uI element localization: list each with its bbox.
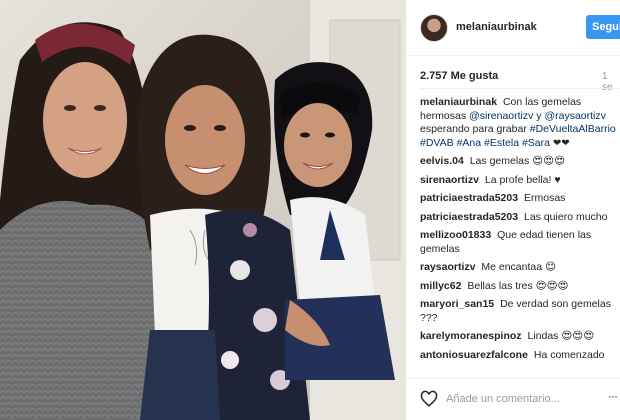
comment-text: Ermosas — [524, 192, 566, 204]
divider — [420, 88, 620, 89]
comment-item: millyc62 Bellas las tres 😍😍😍 — [420, 280, 616, 294]
caption-text-2: esperando para grabar — [420, 123, 527, 135]
caption-connector: y — [536, 109, 542, 122]
comment-item: antoniosuarezfalcone Ha comenzado — [420, 349, 616, 363]
comment-username[interactable]: millyc62 — [420, 280, 461, 292]
likes-row: 2.757 Me gusta 1 se — [420, 70, 620, 93]
comment-item: sirenaortizv La profe bella! ♥ — [420, 174, 616, 188]
comment-username[interactable]: karelymoranespinoz — [420, 330, 522, 342]
comment-username[interactable]: eelvis.04 — [420, 155, 464, 167]
comment-text: Lindas — [527, 330, 559, 342]
comment-username[interactable]: patriciaestrada5203 — [420, 211, 518, 223]
comment-username[interactable]: raysaortizv — [420, 261, 475, 273]
comment-input[interactable] — [446, 389, 606, 409]
post-sidebar: melaniaurbinak Seguir 2.757 Me gusta 1 s… — [406, 0, 620, 420]
comment-item: raysaortizv Me encantaa 😊 — [420, 261, 616, 275]
comment-username[interactable]: patriciaestrada5203 — [420, 192, 518, 204]
comment-text: La profe bella! — [484, 173, 552, 186]
comment-emoji: 😊 — [545, 261, 556, 273]
comment-item: mellizoo01833 Que edad tienen las gemela… — [420, 229, 616, 256]
heart-icon[interactable] — [420, 390, 438, 408]
photo-illustration — [0, 0, 406, 420]
follow-button[interactable]: Seguir — [586, 15, 620, 39]
caption-mention[interactable]: @sirenaortizv — [469, 110, 533, 122]
post-header: melaniaurbinak Seguir — [406, 0, 620, 56]
comments-list: melaniaurbinak Con las gemelas hermosas … — [420, 96, 616, 367]
post-time: 1 se — [602, 71, 613, 93]
caption: melaniaurbinak Con las gemelas hermosas … — [420, 96, 616, 150]
post-photo[interactable] — [0, 0, 406, 420]
more-options-icon[interactable]: ··· — [608, 389, 618, 403]
comment-item: patriciaestrada5203 Ermosas — [420, 192, 616, 206]
caption-username[interactable]: melaniaurbinak — [420, 96, 497, 108]
comment-emoji: 😍😍😍 — [535, 279, 569, 292]
comment-emoji: 😍😍😍 — [532, 155, 566, 167]
comment-username[interactable]: antoniosuarezfalcone — [420, 349, 528, 361]
caption-mention[interactable]: @raysaortizv — [544, 110, 605, 122]
comment-emoji: ♥ — [554, 173, 561, 186]
comment-item: eelvis.04 Las gemelas 😍😍😍 — [420, 155, 616, 169]
comment-text: Ha comenzado — [533, 348, 605, 361]
comment-item: patriciaestrada5203 Las quiero mucho — [420, 211, 616, 225]
comment-emoji: 😍😍😍 — [561, 330, 595, 342]
comment-text: Las gemelas — [469, 155, 530, 167]
comment-username[interactable]: maryori_san15 — [420, 298, 494, 310]
heart-emoji-icon: ❤❤ — [552, 137, 570, 149]
comment-item: maryori_san15 De verdad son gemelas ??? — [420, 298, 616, 325]
avatar-icon[interactable] — [420, 14, 448, 42]
comment-text: Me encantaa — [481, 261, 543, 273]
username-link[interactable]: melaniaurbinak — [456, 21, 537, 33]
comment-item: karelymoranespinoz Lindas 😍😍😍 — [420, 330, 616, 344]
comment-username[interactable]: sirenaortizv — [420, 174, 479, 186]
comment-text: Las quiero mucho — [524, 210, 608, 223]
comment-username[interactable]: mellizoo01833 — [420, 229, 491, 241]
comment-text: Bellas las tres — [467, 279, 533, 292]
likes-count[interactable]: 2.757 Me gusta — [420, 70, 498, 82]
comment-footer: ··· — [406, 378, 620, 420]
